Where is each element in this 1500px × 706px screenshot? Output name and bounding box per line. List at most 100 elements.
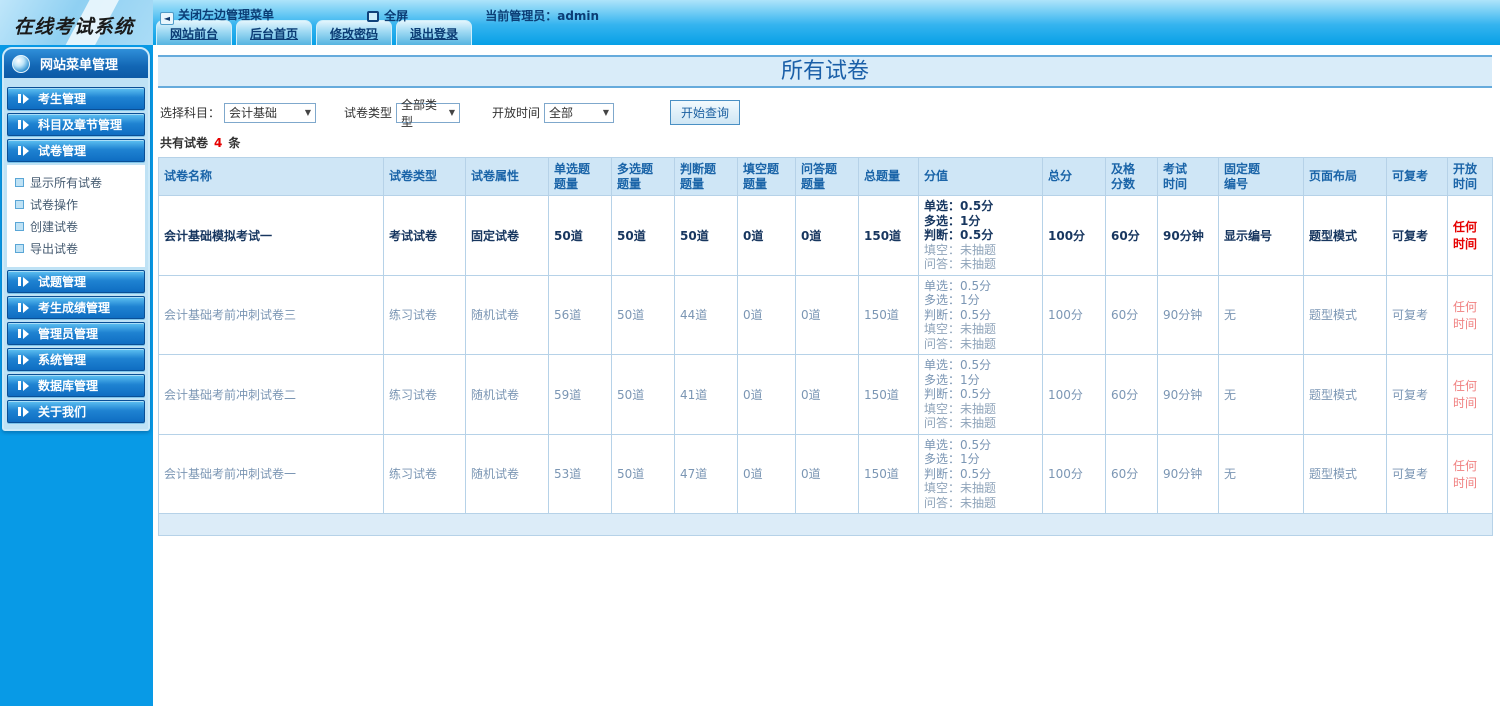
paper-attr-cell: 随机试卷	[465, 433, 549, 514]
pass-score-cell: 60分	[1105, 433, 1158, 514]
multi-count-cell: 50道	[611, 274, 675, 355]
single-count-cell: 56道	[548, 274, 612, 355]
score-line: 多选：1分	[924, 293, 980, 307]
exam-time-cell: 90分钟	[1157, 195, 1219, 276]
open-time-select[interactable]: 全部 ▼	[544, 102, 615, 123]
fullscreen-link[interactable]: 全屏	[367, 7, 408, 24]
score-values-cell: 单选：0.5分 多选：1分 判断：0.5分 填空：未抽题 问答：未抽题	[918, 433, 1043, 514]
sidebar-group-button[interactable]: 试题管理	[7, 270, 145, 293]
score-line: 多选：1分	[924, 452, 980, 466]
qa-count-cell: 0道	[795, 354, 859, 435]
sidebar-group-button[interactable]: 科目及章节管理	[7, 113, 145, 136]
paper-attr-cell: 随机试卷	[465, 274, 549, 355]
page-layout-cell: 题型模式	[1303, 195, 1387, 276]
score-line-muted: 问答：未抽题	[924, 336, 997, 351]
score-line: 单选：0.5分	[924, 278, 992, 293]
close-left-menu-link[interactable]: ◄ 关闭左边管理菜单	[160, 6, 274, 25]
paper-type-select[interactable]: 全部类型 ▼	[396, 98, 461, 129]
query-button[interactable]: 开始查询	[670, 100, 741, 125]
fixed-number-cell: 显示编号	[1218, 195, 1304, 276]
score-values-cell: 单选：0.5分 多选：1分 判断：0.5分 填空：未抽题 问答：未抽题	[918, 274, 1043, 355]
score-line: 单选：0.5分	[924, 358, 992, 372]
table-footer-cell	[158, 513, 1493, 536]
score-line-muted: 问答：未抽题	[924, 495, 997, 510]
blank-count-cell: 0道	[737, 195, 796, 276]
subject-filter-label: 选择科目：	[160, 106, 221, 120]
paper-name-cell: 会计基础考前冲刺试卷一	[158, 433, 384, 514]
qa-count-cell: 0道	[795, 274, 859, 355]
multi-count-cell: 50道	[611, 433, 675, 514]
fixed-number-cell: 无	[1218, 274, 1304, 355]
sidebar-header: 网站菜单管理	[4, 49, 148, 78]
open-time-select-value: 全部	[549, 106, 574, 120]
total-score-cell: 100分	[1042, 195, 1106, 276]
sidebar-group-label: 科目及章节管理	[38, 118, 123, 132]
app-window: ◄ 关闭左边管理菜单 全屏 当前管理员：admin 网站前台 后台首页 修改密码 退出登…	[0, 0, 1500, 706]
table-header-row: 试卷名称 试卷类型 试卷属性 单选题 题量 多选题 题量 判断题 题量 填空题 题量 问答题 …	[158, 157, 1493, 196]
column-header: 开放时间	[1447, 157, 1493, 196]
sidebar-group-button[interactable]: 系统管理	[7, 348, 145, 371]
score-line: 单选：0.5分	[924, 199, 994, 213]
table-footer-row	[158, 513, 1493, 536]
sidebar-group-button[interactable]: 管理员管理	[7, 322, 145, 345]
play-bars-icon	[18, 406, 29, 417]
column-header: 填空题 题量	[737, 157, 796, 196]
sidebar-sub-item-label: 创建试卷	[30, 219, 79, 234]
blank-count-cell: 0道	[737, 433, 796, 514]
sidebar-submenu: 显示所有试卷试卷操作创建试卷导出试卷	[7, 165, 145, 267]
sidebar-group-label: 管理员管理	[38, 327, 99, 341]
result-count: 4	[214, 136, 223, 150]
summary-prefix: 共有试卷	[160, 136, 209, 150]
retake-cell: 可复考	[1386, 433, 1448, 514]
pass-score-cell: 60分	[1105, 274, 1158, 355]
chevron-down-icon: ▼	[448, 108, 456, 117]
sidebar-sub-item[interactable]: 试卷操作	[15, 193, 145, 215]
total-count-cell: 150道	[858, 433, 919, 514]
column-header: 总分	[1042, 157, 1106, 196]
column-header: 单选题 题量	[548, 157, 612, 196]
sidebar-group-button[interactable]: 考生管理	[7, 87, 145, 110]
table-row: 会计基础考前冲刺试卷三 练习试卷 随机试卷 56道 50道 44道 0道 0道 150道 单选：0…	[158, 274, 1493, 355]
score-line-muted: 填空：未抽题	[924, 242, 997, 257]
app-logo: 在线考试系统	[14, 16, 135, 38]
main-content: 所有试卷 选择科目： 会计基础 ▼ 试卷类型 全部类型 ▼ 开放时间 全部 ▼ …	[153, 45, 1500, 706]
sidebar-group-button[interactable]: 考生成绩管理	[7, 296, 145, 319]
column-header: 可复考	[1386, 157, 1448, 196]
sidebar-sub-item[interactable]: 创建试卷	[15, 215, 145, 237]
sidebar-sub-item-label: 导出试卷	[30, 241, 79, 256]
play-bars-icon	[18, 93, 29, 104]
page-layout-cell: 题型模式	[1303, 433, 1387, 514]
sidebar-sub-item[interactable]: 显示所有试卷	[15, 171, 145, 193]
column-header: 判断题 题量	[674, 157, 738, 196]
type-filter-label: 试卷类型	[344, 106, 393, 120]
open-time-filter-label: 开放时间	[492, 106, 541, 120]
total-score-cell: 100分	[1042, 433, 1106, 514]
sidebar-group-button[interactable]: 关于我们	[7, 400, 145, 423]
sidebar-sub-item[interactable]: 导出试卷	[15, 237, 145, 259]
subject-select[interactable]: 会计基础 ▼	[224, 102, 317, 123]
square-bullet-icon	[15, 177, 24, 187]
sidebar: 网站菜单管理 考生管理科目及章节管理试卷管理显示所有试卷试卷操作创建试卷导出试卷…	[0, 45, 153, 706]
sidebar-menu: 考生管理科目及章节管理试卷管理显示所有试卷试卷操作创建试卷导出试卷试题管理考生成…	[4, 78, 148, 429]
sidebar-group-button[interactable]: 试卷管理	[7, 139, 145, 162]
score-values-cell: 单选：0.5分 多选：1分 判断：0.5分 填空：未抽题 问答：未抽题	[918, 354, 1043, 435]
sidebar-sub-item-label: 试卷操作	[30, 197, 79, 212]
page-title: 所有试卷	[158, 55, 1492, 88]
column-header: 分值	[918, 157, 1043, 196]
score-line: 多选：1分	[924, 213, 981, 228]
paper-attr-cell: 固定试卷	[465, 195, 549, 276]
retake-cell: 可复考	[1386, 354, 1448, 435]
close-left-menu-label: 关闭左边管理菜单	[178, 8, 275, 22]
topbar-links: ◄ 关闭左边管理菜单 全屏 当前管理员：admin	[160, 5, 599, 25]
sidebar-group-label: 系统管理	[38, 353, 87, 367]
square-bullet-icon	[15, 221, 24, 231]
fullscreen-label: 全屏	[384, 9, 409, 23]
retake-cell: 可复考	[1386, 195, 1448, 276]
paper-type-cell: 练习试卷	[383, 274, 466, 355]
multi-count-cell: 50道	[611, 354, 675, 435]
sidebar-group-button[interactable]: 数据库管理	[7, 374, 145, 397]
square-bullet-icon	[15, 243, 24, 253]
pass-score-cell: 60分	[1105, 354, 1158, 435]
multi-count-cell: 50道	[611, 195, 675, 276]
fixed-number-cell: 无	[1218, 433, 1304, 514]
